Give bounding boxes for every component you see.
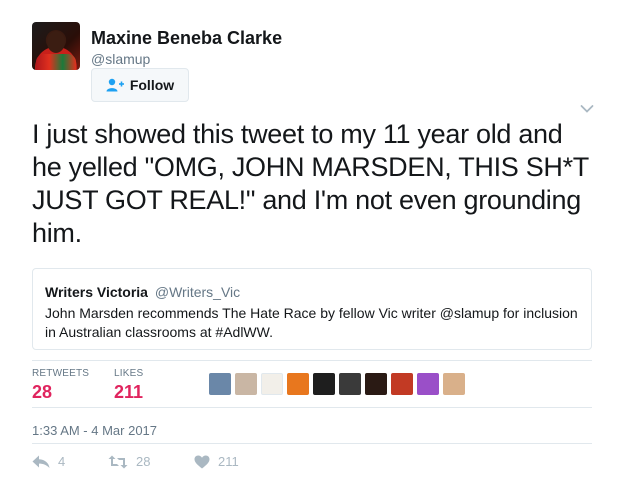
divider (32, 443, 592, 444)
liker-avatar[interactable] (365, 373, 387, 395)
quoted-author-name: Writers Victoria (45, 284, 148, 300)
heart-icon (194, 455, 210, 468)
retweet-button[interactable]: 28 (108, 454, 194, 469)
retweet-count: 28 (136, 454, 151, 469)
retweets-count: 28 (32, 382, 53, 402)
avatar-face (47, 31, 65, 53)
likes-stat[interactable]: LIKES 211 (114, 368, 143, 403)
avatar[interactable] (32, 22, 80, 70)
liker-avatar[interactable] (339, 373, 361, 395)
liker-avatar[interactable] (391, 373, 413, 395)
retweets-label: RETWEETS (32, 368, 90, 379)
tweet-actions: 4 28 211 (32, 454, 239, 469)
avatar-scarf (36, 54, 76, 70)
liker-avatar[interactable] (235, 373, 257, 395)
reply-button[interactable]: 4 (32, 454, 108, 469)
liker-avatar[interactable] (209, 373, 231, 395)
tweet-text: I just showed this tweet to my 11 year o… (32, 119, 589, 248)
liker-avatar[interactable] (443, 373, 465, 395)
reply-count: 4 (58, 454, 66, 469)
likes-count: 211 (114, 382, 144, 402)
liker-avatar[interactable] (313, 373, 335, 395)
retweets-stat[interactable]: RETWEETS 28 (32, 368, 89, 403)
divider (32, 407, 592, 408)
quoted-tweet-text: John Marsden recommends The Hate Race by… (45, 305, 578, 340)
follow-button[interactable]: Follow (91, 68, 189, 102)
liker-avatar[interactable] (261, 373, 283, 395)
chevron-down-icon[interactable] (580, 104, 594, 114)
tweet-timestamp[interactable]: 1:33 AM - 4 Mar 2017 (32, 423, 157, 438)
quoted-author-handle: @Writers_Vic (154, 284, 241, 300)
author-handle[interactable]: @slamup (91, 51, 150, 67)
like-button[interactable]: 211 (194, 454, 239, 469)
reply-icon (32, 455, 50, 468)
add-user-icon (106, 78, 124, 92)
liker-avatars (209, 373, 465, 395)
divider (32, 360, 592, 361)
likes-label: LIKES (114, 368, 144, 379)
retweet-icon (108, 455, 128, 468)
like-count: 211 (218, 454, 239, 469)
follow-label: Follow (129, 77, 175, 93)
quoted-tweet[interactable]: Writers Victoria @Writers_Vic John Marsd… (32, 268, 592, 350)
liker-avatar[interactable] (287, 373, 309, 395)
quoted-tweet-header: Writers Victoria @Writers_Vic (45, 283, 579, 301)
author-name[interactable]: Maxine Beneba Clarke (91, 28, 282, 49)
liker-avatar[interactable] (417, 373, 439, 395)
